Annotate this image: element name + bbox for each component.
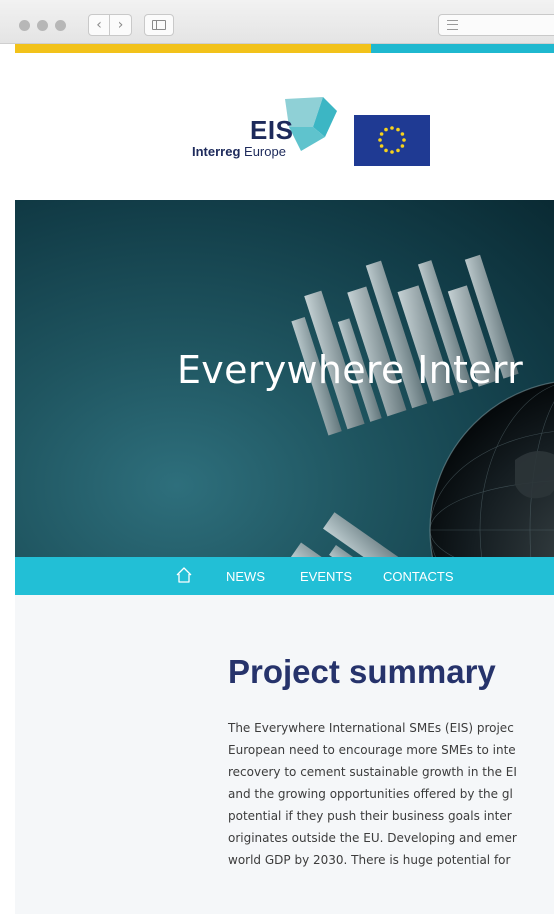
eu-flag-icon [354, 115, 430, 166]
accent-bar-yellow [15, 44, 371, 53]
chevron-right-icon: › [117, 17, 124, 33]
web-page: EIS Interreg Europe Everywhere Interr NE… [15, 44, 554, 914]
sidebar-icon [152, 20, 166, 30]
summary-line: originates outside the EU. Developing an… [228, 831, 517, 845]
summary-line: and the growing opportunities offered by… [228, 787, 513, 801]
accent-bar-cyan [371, 44, 554, 53]
nav-events[interactable]: EVENTS [300, 569, 352, 584]
chevron-left-icon: ‹ [96, 17, 102, 33]
interreg-europe-label: Interreg Europe [192, 144, 286, 159]
summary-line: world GDP by 2030. There is huge potenti… [228, 853, 511, 867]
hero-banner: Everywhere Interr [15, 200, 554, 557]
summary-line: potential if they push their business go… [228, 809, 512, 823]
eis-wordmark: EIS [250, 115, 294, 145]
zoom-window-icon[interactable] [55, 20, 66, 31]
sidebar-toggle-button[interactable] [144, 14, 174, 36]
summary-body: The Everywhere International SMEs (EIS) … [228, 717, 554, 871]
browser-toolbar: ‹ › [0, 0, 554, 44]
hero-title: Everywhere Interr [177, 348, 524, 392]
section-title: Project summary [228, 653, 496, 690]
main-navigation: NEWS EVENTS CONTACTS [15, 557, 554, 595]
nav-contacts[interactable]: CONTACTS [383, 569, 454, 584]
reader-icon[interactable] [447, 20, 458, 30]
project-summary-section: Project summary The Everywhere Internati… [15, 595, 554, 914]
summary-line: recovery to cement sustainable growth in… [228, 765, 517, 779]
summary-line: The Everywhere International SMEs (EIS) … [228, 721, 514, 735]
close-window-icon[interactable] [19, 20, 30, 31]
minimize-window-icon[interactable] [37, 20, 48, 31]
home-icon[interactable] [175, 566, 193, 584]
forward-button[interactable]: › [110, 14, 132, 36]
header-logos: EIS Interreg Europe [15, 53, 554, 200]
nav-news[interactable]: NEWS [226, 569, 265, 584]
address-bar[interactable] [438, 14, 554, 36]
eis-logo[interactable]: EIS Interreg Europe [175, 87, 345, 167]
summary-line: European need to encourage more SMEs to … [228, 743, 516, 757]
back-button[interactable]: ‹ [88, 14, 110, 36]
